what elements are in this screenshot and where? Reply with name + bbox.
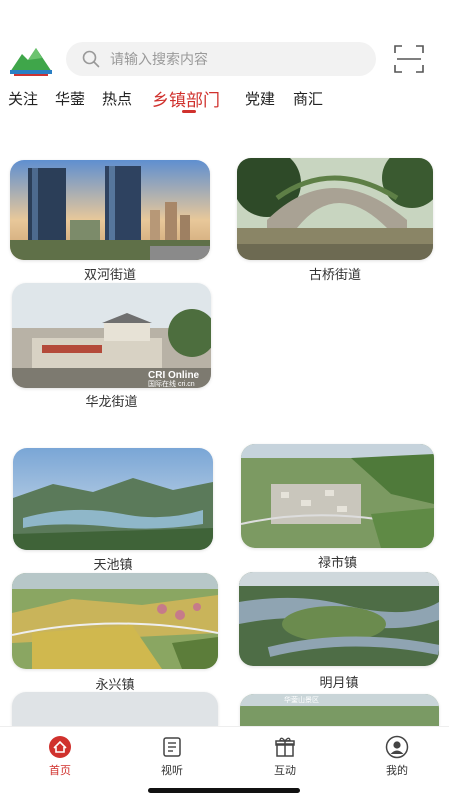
card-label: 天池镇 xyxy=(93,558,133,573)
search-bar[interactable]: 请输入搜索内容 xyxy=(66,42,376,76)
nav-home-label: 首页 xyxy=(49,764,71,777)
home-indicator xyxy=(148,788,300,793)
tab-huaying[interactable]: 华蓥 xyxy=(55,88,85,109)
card-mingyue-zhen[interactable]: 明月镇 xyxy=(239,572,439,694)
card-hualong-jiedao[interactable]: CRI Online 国际在线 cri.cn 华龙街道 xyxy=(12,283,211,410)
nav-interact[interactable]: 互动 xyxy=(255,735,315,778)
card-image xyxy=(10,160,210,260)
card-partial-right[interactable]: 华蓥山景区 xyxy=(240,694,439,726)
card-guqiao-jiedao[interactable]: 古桥街道 xyxy=(237,158,433,283)
gift-icon xyxy=(275,737,295,757)
home-icon xyxy=(49,736,71,758)
card-image xyxy=(239,572,439,666)
card-image: 华蓥山景区 xyxy=(240,694,439,726)
nav-mine[interactable]: 我的 xyxy=(367,735,427,778)
card-image xyxy=(12,692,218,726)
card-lushi-zhen[interactable]: 禄市镇 xyxy=(241,444,434,571)
card-tianchi-zhen[interactable]: 天池镇 xyxy=(13,448,213,573)
tab-redian[interactable]: 热点 xyxy=(102,88,132,109)
nav-audio-video-label: 视听 xyxy=(161,764,183,777)
card-image xyxy=(12,573,218,669)
nav-interact-label: 互动 xyxy=(274,764,296,777)
scan-icon[interactable] xyxy=(393,44,425,74)
card-image xyxy=(241,444,434,548)
card-label: 明月镇 xyxy=(319,676,359,691)
card-label: 永兴镇 xyxy=(95,678,135,693)
card-shuanghe-jiedao[interactable]: 双河街道 xyxy=(10,160,210,283)
card-image xyxy=(13,448,213,550)
tab-guanzhu[interactable]: 关注 xyxy=(8,88,38,109)
nav-audio-video[interactable]: 视听 xyxy=(142,735,202,778)
tab-xiangzhen-bumen[interactable]: 乡镇部门 xyxy=(152,86,220,111)
watermark-subtext: 国际在线 cri.cn xyxy=(148,381,195,388)
nav-mine-label: 我的 xyxy=(386,764,408,777)
nav-home[interactable]: 首页 xyxy=(30,735,90,778)
card-yongxing-zhen[interactable]: 永兴镇 xyxy=(12,573,218,693)
search-placeholder: 请输入搜索内容 xyxy=(110,52,208,68)
active-tab-indicator xyxy=(182,110,196,113)
card-label: 华龙街道 xyxy=(85,395,138,410)
card-image xyxy=(237,158,433,260)
watermark-text: CRI Online xyxy=(148,370,200,381)
card-label: 古桥街道 xyxy=(308,268,361,283)
card-image: CRI Online 国际在线 cri.cn xyxy=(12,283,211,388)
channel-tabs: 关注 华蓥 热点 乡镇部门 党建 商汇 xyxy=(0,84,449,118)
top-header: 请输入搜索内容 xyxy=(0,40,449,80)
photo-banner-text: 华蓥山景区 xyxy=(284,696,319,704)
tab-shanghui[interactable]: 商汇 xyxy=(293,88,323,109)
card-label: 双河街道 xyxy=(83,268,136,283)
search-icon xyxy=(82,50,100,68)
card-partial-left[interactable] xyxy=(12,692,218,726)
tab-dangjian[interactable]: 党建 xyxy=(245,88,275,109)
app-logo xyxy=(8,42,54,78)
news-icon xyxy=(163,737,181,757)
user-icon xyxy=(385,735,409,759)
card-label: 禄市镇 xyxy=(317,556,357,571)
